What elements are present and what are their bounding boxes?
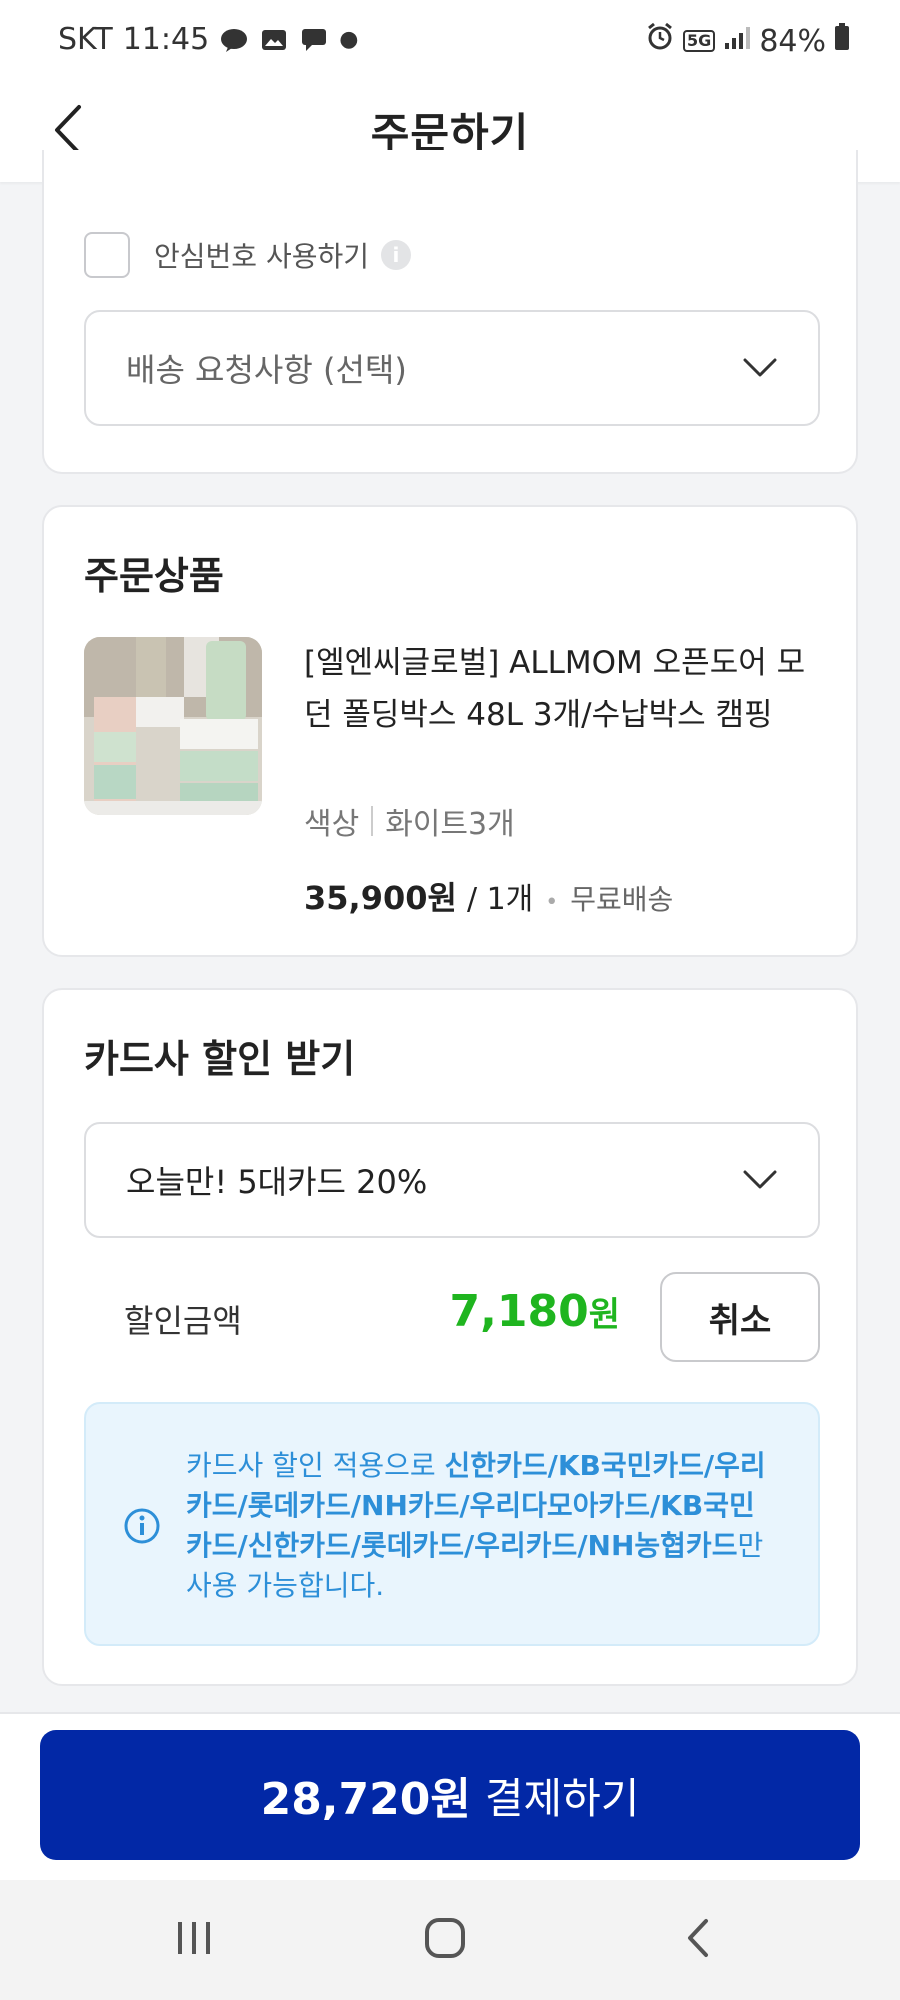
order-items-title: 주문상품: [84, 554, 224, 598]
option-value: 화이트3개: [385, 807, 515, 842]
price-row: 35,900원 / 1개 • 무료배송: [304, 873, 673, 919]
notice-text: 카드사 할인 적용으로 신한카드/KB국민카드/우리카드/롯데카드/NH카드/우…: [186, 1446, 778, 1606]
product-quantity: / 1개: [466, 882, 534, 917]
more-notifications-dot: ●: [339, 27, 359, 52]
option-divider: [371, 806, 374, 836]
payment-bar: 28,720원 결제하기: [0, 1712, 900, 1882]
alarm-icon: [645, 22, 675, 60]
separator-dot: •: [545, 890, 559, 915]
system-back-button[interactable]: [658, 1910, 738, 1970]
discount-amount-label: 할인금액: [124, 1302, 242, 1340]
home-button[interactable]: [405, 1910, 485, 1970]
status-bar: SKT 11:45 ● 5G 84%: [0, 0, 900, 82]
message-notification-icon: [299, 27, 329, 53]
info-icon[interactable]: i: [380, 240, 411, 270]
system-nav-bar: [0, 1880, 900, 2000]
discount-amount-unit: 원: [588, 1295, 620, 1335]
battery-percent: 84%: [759, 23, 826, 59]
card-discount-card: 카드사 할인 받기 오늘만! 5대카드 20% 할인금액 7,180원 취소 카…: [42, 988, 858, 1686]
pay-label: 결제하기: [484, 1773, 640, 1823]
kakaotalk-notification-icon: [219, 27, 249, 53]
carrier-label: SKT: [58, 22, 113, 57]
product-option: 색상 화이트3개: [304, 799, 515, 843]
discount-amount-value: 7,180원: [450, 1286, 620, 1337]
discount-amount-number: 7,180: [449, 1286, 589, 1337]
info-icon: [124, 1508, 160, 1544]
order-items-card: 주문상품 [엘엔씨글로벌] ALLMOM 오픈도어 모던 폴딩박스 48L 3개…: [42, 505, 858, 957]
chevron-left-icon: [686, 1918, 710, 1962]
card-discount-notice: 카드사 할인 적용으로 신한카드/KB국민카드/우리카드/롯데카드/NH카드/우…: [84, 1402, 820, 1646]
safe-number-label: 안심번호 사용하기: [154, 240, 369, 273]
shipping-info: 무료배송: [570, 883, 674, 916]
battery-icon: [834, 23, 850, 59]
card-discount-select[interactable]: 오늘만! 5대카드 20%: [84, 1122, 820, 1238]
delivery-request-select[interactable]: 배송 요청사항 (선택): [84, 310, 820, 426]
cancel-discount-button[interactable]: 취소: [660, 1272, 820, 1362]
status-bar-right: 5G 84%: [645, 22, 850, 60]
product-price: 35,900원: [304, 879, 457, 917]
product-image[interactable]: [84, 637, 262, 815]
delivery-request-placeholder: 배송 요청사항 (선택): [126, 351, 407, 389]
safe-number-row: 안심번호 사용하기 i: [84, 232, 411, 278]
pay-button[interactable]: 28,720원 결제하기: [40, 1730, 860, 1860]
network-type-label: 5G: [683, 30, 716, 52]
clock-time: 11:45: [122, 22, 210, 57]
recent-apps-icon: [174, 1918, 214, 1962]
recent-apps-button[interactable]: [154, 1910, 234, 1970]
safe-number-checkbox[interactable]: [84, 232, 130, 278]
home-icon: [424, 1917, 466, 1963]
chevron-down-icon: [742, 1162, 778, 1198]
status-bar-left: SKT 11:45 ●: [58, 22, 358, 57]
product-name[interactable]: [엘엔씨글로벌] ALLMOM 오픈도어 모던 폴딩박스 48L 3개/수납박스…: [304, 637, 824, 741]
option-label: 색상: [304, 807, 360, 842]
chevron-down-icon: [742, 350, 778, 386]
pay-total: 28,720원: [260, 1774, 471, 1825]
card-discount-title: 카드사 할인 받기: [84, 1037, 356, 1081]
signal-icon: [723, 24, 751, 59]
card-discount-selected: 오늘만! 5대카드 20%: [126, 1163, 428, 1201]
delivery-card: 안심번호 사용하기 i 배송 요청사항 (선택): [42, 150, 858, 474]
discount-amount-row: 할인금액 7,180원 취소: [84, 1272, 820, 1362]
gallery-notification-icon: [259, 27, 289, 53]
notice-prefix: 카드사 할인 적용으로: [186, 1449, 445, 1482]
